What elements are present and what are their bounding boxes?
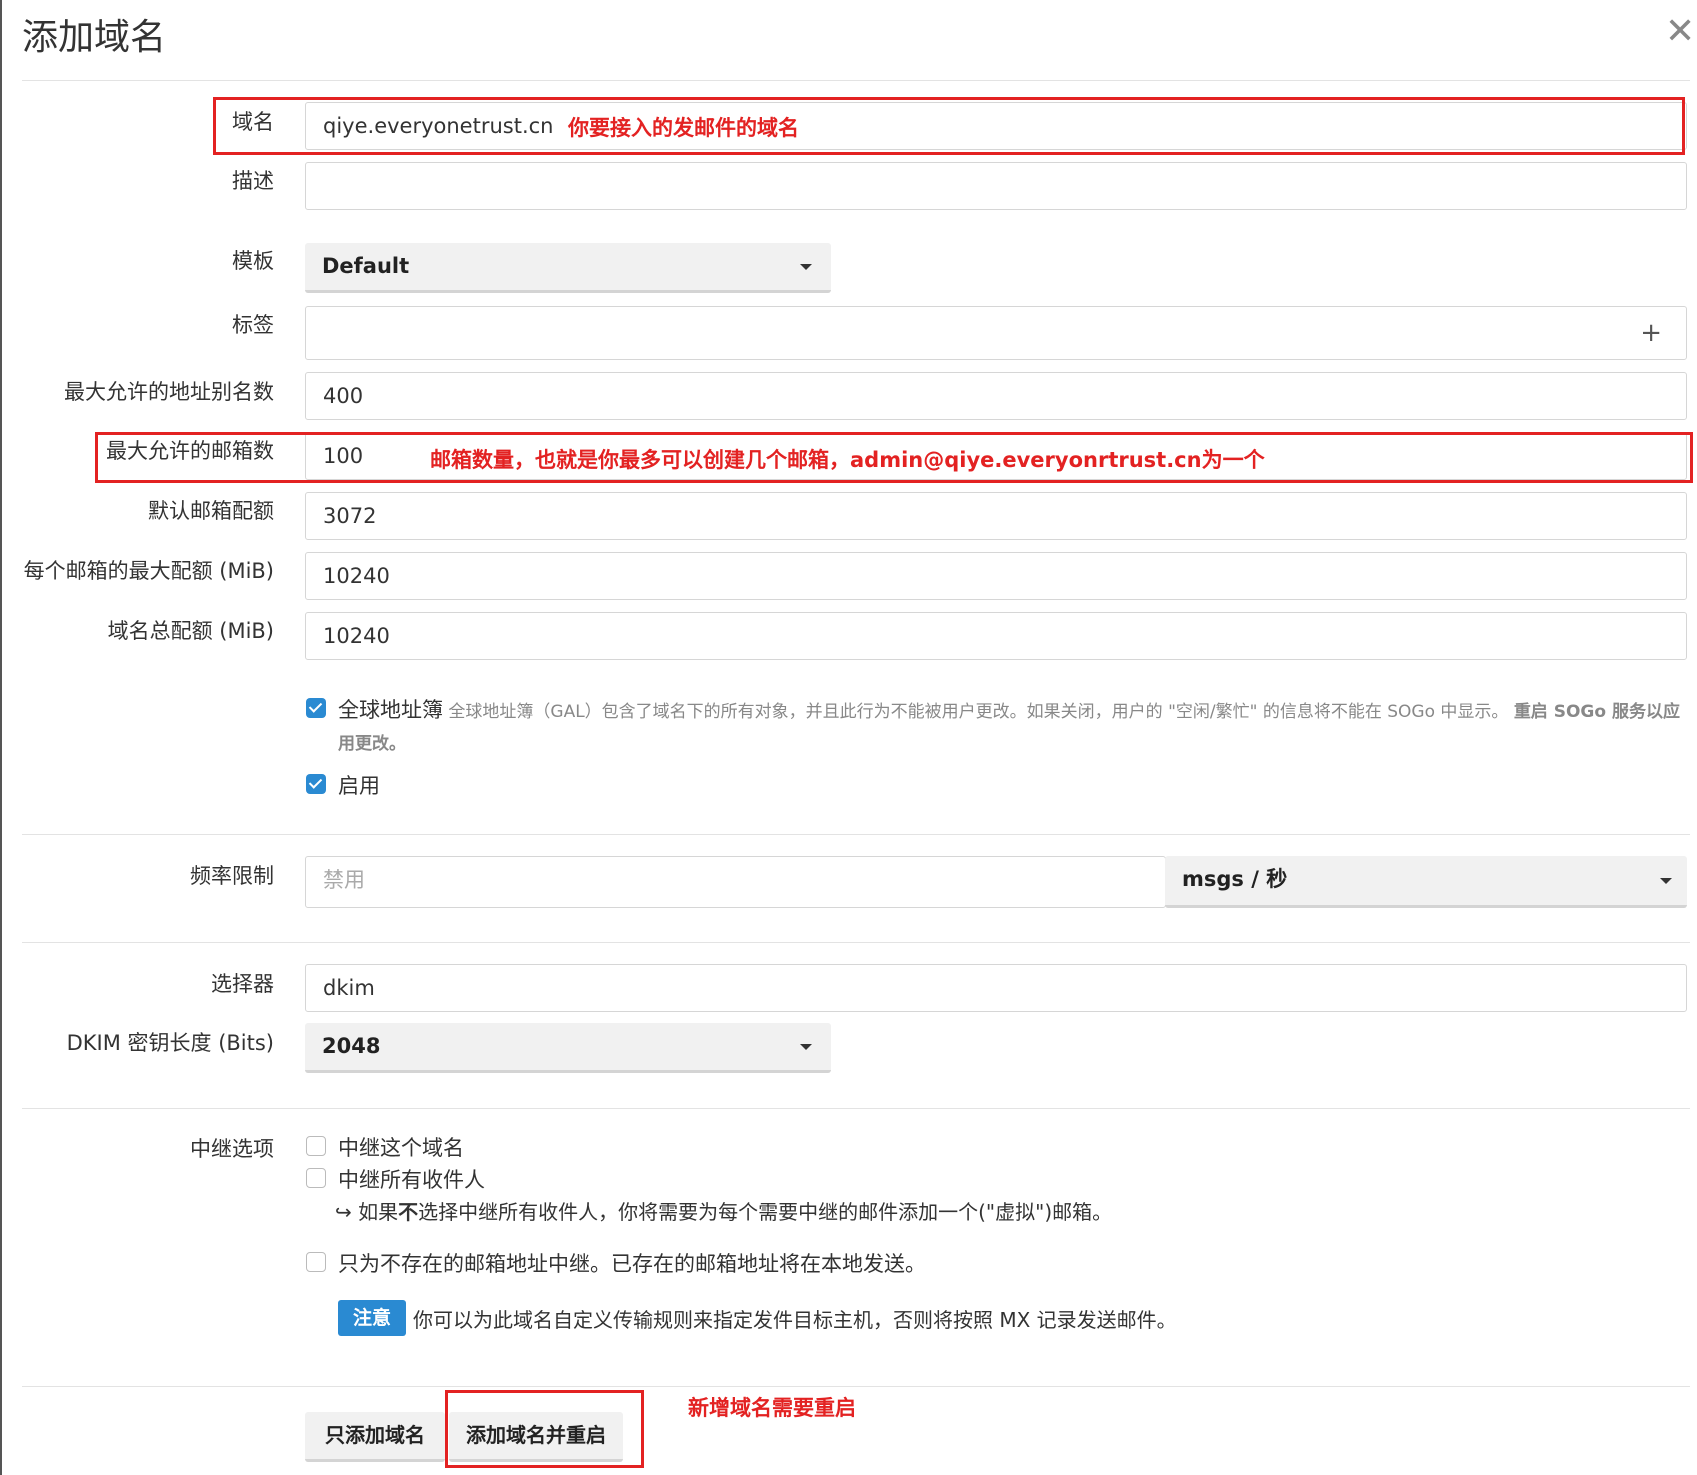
dkim-key-length-label: DKIM 密钥长度 (Bits): [66, 1031, 274, 1055]
dkim-selector-input[interactable]: dkim: [305, 964, 1687, 1012]
template-select[interactable]: Default: [305, 243, 831, 293]
add-domain-only-button[interactable]: 只添加域名: [305, 1412, 445, 1462]
domain-quota-label: 域名总配额 (MiB): [107, 619, 274, 643]
dkim-key-length-select[interactable]: 2048: [305, 1023, 831, 1073]
note-text: 你可以为此域名自定义传输规则来指定发件目标主机，否则将按照 MX 记录发送邮件。: [413, 1308, 1177, 1332]
relay-all-hint-prefix: 如果: [358, 1200, 399, 1224]
description-input[interactable]: [305, 162, 1687, 210]
relay-all-checkbox[interactable]: [306, 1168, 326, 1188]
active-checkbox[interactable]: [306, 774, 326, 794]
rate-limit-unit-select[interactable]: msgs / 秒: [1165, 856, 1687, 908]
template-value: Default: [322, 254, 410, 278]
domain-quota-input[interactable]: 10240: [305, 612, 1687, 660]
max-aliases-input[interactable]: 400: [305, 372, 1687, 420]
max-aliases-value: 400: [323, 384, 364, 408]
gal-help: 全球地址簿 全球地址簿（GAL）包含了域名下的所有对象，并且此行为不能被用户更改…: [338, 694, 1690, 760]
annotation-mailboxes: 邮箱数量，也就是你最多可以创建几个邮箱，admin@qiye.everyonrt…: [430, 448, 1265, 472]
default-quota-label: 默认邮箱配额: [148, 499, 274, 523]
annotation-domain: 你要接入的发邮件的域名: [568, 116, 799, 140]
rate-limit-input[interactable]: 禁用: [305, 856, 1166, 908]
chevron-down-icon: [800, 1044, 812, 1050]
chevron-down-icon: [800, 264, 812, 270]
left-edge: [0, 0, 2, 1475]
return-arrow-icon: ↪: [335, 1200, 352, 1224]
relay-unknown-checkbox[interactable]: [306, 1252, 326, 1272]
default-quota-input[interactable]: 3072: [305, 492, 1687, 540]
active-label: 启用: [338, 774, 380, 798]
annotation-restart: 新增域名需要重启: [688, 1396, 856, 1420]
rate-limit-placeholder: 禁用: [323, 868, 365, 892]
dkim-selector-value: dkim: [323, 976, 375, 1000]
relay-domain-label: 中继这个域名: [338, 1136, 464, 1160]
dkim-key-length-value: 2048: [322, 1034, 381, 1058]
max-quota-input[interactable]: 10240: [305, 552, 1687, 600]
gal-label: 全球地址簿: [338, 698, 443, 722]
relay-options-label: 中继选项: [190, 1137, 274, 1161]
annotation-box-domain: [213, 97, 1685, 155]
domain-quota-value: 10240: [323, 624, 390, 648]
max-aliases-label: 最大允许的地址别名数: [64, 380, 274, 404]
chevron-down-icon: [1660, 878, 1672, 884]
gal-help-text: 全球地址簿（GAL）包含了域名下的所有对象，并且此行为不能被用户更改。如果关闭，…: [448, 702, 1509, 722]
plus-icon[interactable]: +: [1640, 310, 1662, 356]
relay-all-label: 中继所有收件人: [338, 1168, 485, 1192]
section-divider-3: [22, 1108, 1690, 1109]
rate-limit-unit-value: msgs / 秒: [1182, 867, 1288, 891]
relay-all-hint: ↪ 如果不选择中继所有收件人，你将需要为每个需要中继的邮件添加一个("虚拟")邮…: [335, 1196, 1112, 1225]
gal-checkbox[interactable]: [306, 698, 326, 718]
tags-label: 标签: [232, 313, 274, 337]
section-divider-2: [22, 942, 1690, 943]
header-divider: [22, 80, 1690, 81]
relay-all-hint-bold: 不: [398, 1200, 419, 1224]
relay-unknown-label: 只为不存在的邮箱地址中继。已存在的邮箱地址将在本地发送。: [338, 1252, 926, 1276]
note-badge: 注意: [338, 1300, 406, 1336]
max-quota-value: 10240: [323, 564, 390, 588]
default-quota-value: 3072: [323, 504, 377, 528]
modal-title: 添加域名: [22, 17, 167, 58]
dkim-selector-label: 选择器: [211, 972, 274, 996]
footer-divider: [22, 1386, 1690, 1387]
section-divider-1: [22, 834, 1690, 835]
tags-input[interactable]: +: [305, 306, 1687, 360]
relay-domain-checkbox[interactable]: [306, 1136, 326, 1156]
rate-limit-label: 频率限制: [190, 864, 274, 888]
template-label: 模板: [232, 249, 274, 273]
max-quota-label: 每个邮箱的最大配额 (MiB): [23, 559, 274, 583]
annotation-box-restart: [445, 1390, 644, 1468]
relay-all-hint-suffix: 选择中继所有收件人，你将需要为每个需要中继的邮件添加一个("虚拟")邮箱。: [418, 1200, 1113, 1224]
description-label: 描述: [232, 169, 274, 193]
close-icon[interactable]: ✕: [1665, 14, 1695, 50]
